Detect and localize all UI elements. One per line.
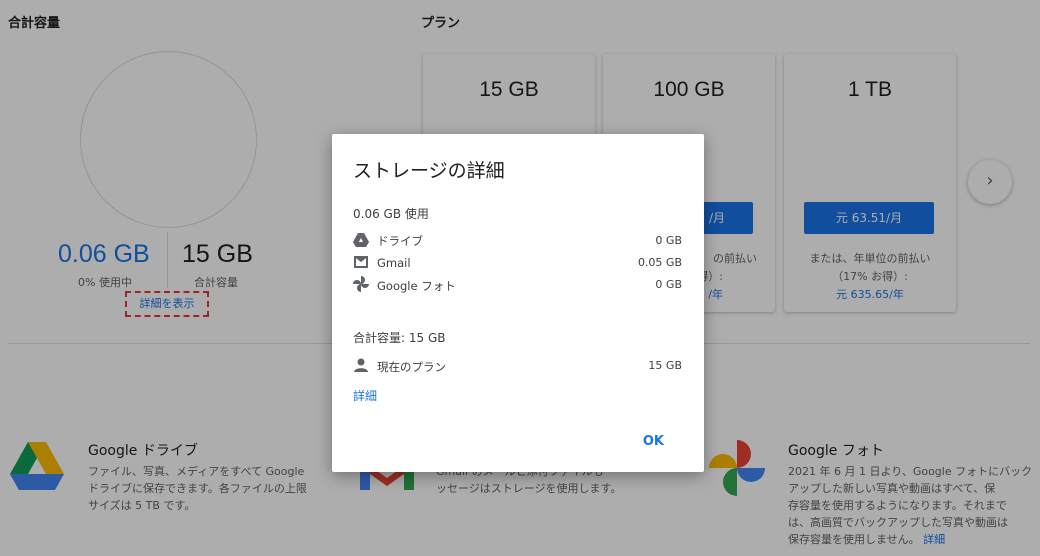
total-heading: 合計容量: 15 GB — [353, 331, 446, 345]
usage-row-value: 0 GB — [655, 278, 682, 291]
usage-row-label: Gmail — [377, 256, 411, 270]
plan-row-label: 現在のプラン — [377, 360, 446, 374]
dialog-details-link[interactable]: 詳細 — [353, 387, 377, 404]
usage-row-label: ドライブ — [377, 234, 423, 248]
used-heading: 0.06 GB 使用 — [353, 207, 429, 221]
storage-details-dialog: ストレージの詳細 0.06 GB 使用 ドライブ 0 GB Gmail 0.05… — [332, 134, 704, 472]
gmail-icon — [354, 256, 368, 268]
usage-row-value: 0.05 GB — [637, 256, 682, 269]
usage-row-value: 0 GB — [655, 234, 682, 247]
plan-row-value: 15 GB — [648, 359, 682, 372]
photos-icon — [353, 276, 369, 292]
dialog-title: ストレージの詳細 — [353, 160, 505, 182]
ok-button[interactable]: OK — [643, 434, 664, 449]
drive-icon — [353, 233, 369, 247]
usage-row-label: Google フォト — [377, 279, 456, 293]
person-icon — [354, 358, 368, 372]
